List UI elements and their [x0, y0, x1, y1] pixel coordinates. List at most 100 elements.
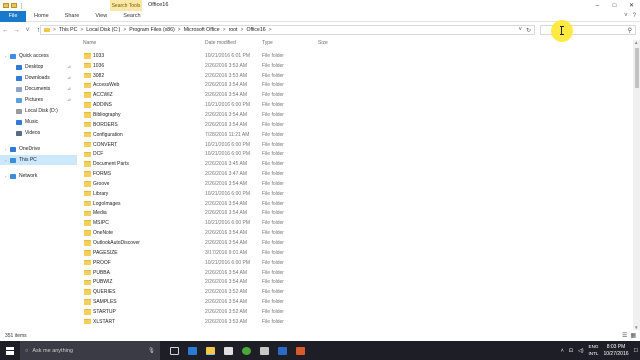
column-header-name[interactable]: Name: [83, 40, 96, 50]
powerpoint-icon[interactable]: [296, 346, 305, 355]
chrome-icon[interactable]: [242, 346, 251, 355]
sidebar-item-desktop[interactable]: Desktop ⊿: [0, 62, 77, 72]
table-row[interactable]: Library 10/21/2016 6:00 PM File folder: [80, 189, 625, 199]
table-row[interactable]: QUERIES 2/26/2016 3:52 AM File folder: [80, 287, 625, 297]
sidebar-item-music[interactable]: Music: [0, 117, 77, 127]
table-row[interactable]: MSIPC 10/21/2016 6:00 PM File folder: [80, 218, 625, 228]
scrollbar-thumb[interactable]: [634, 48, 639, 88]
task-view-icon[interactable]: [170, 346, 179, 355]
search-icon[interactable]: ⚲: [628, 27, 632, 34]
table-row[interactable]: OneNote 2/26/2016 3:54 AM File folder: [80, 228, 625, 238]
sidebar-item-onedrive[interactable]: › OneDrive: [0, 144, 77, 154]
table-row[interactable]: PAGESIZE 3/17/2016 9:01 AM File folder: [80, 248, 625, 258]
volume-icon[interactable]: ◁): [578, 348, 584, 354]
table-row[interactable]: OutlookAutoDiscover 2/26/2016 3:54 AM File…: [80, 238, 625, 248]
vertical-scrollbar[interactable]: ▲ ▼: [633, 40, 640, 330]
pin-icon[interactable]: ⊿: [67, 64, 71, 70]
expand-ribbon-icon[interactable]: ˅: [624, 13, 628, 19]
cortana-search-box[interactable]: ○ Ask me anything 🎙: [20, 341, 160, 360]
close-button[interactable]: ✕: [623, 0, 640, 11]
scroll-up-icon[interactable]: ▲: [634, 40, 638, 45]
show-hidden-icons-icon[interactable]: ˄: [561, 348, 564, 354]
forward-icon[interactable]: →: [11, 27, 22, 34]
table-row[interactable]: Bibliography 2/26/2016 3:54 AM File folder: [80, 110, 625, 120]
refresh-icon[interactable]: ↻: [526, 27, 531, 34]
maximize-button[interactable]: □: [606, 0, 623, 11]
table-row[interactable]: PUBWIZ 2/26/2016 3:54 AM File folder: [80, 278, 625, 288]
table-row[interactable]: STARTUP 2/26/2016 3:52 AM File folder: [80, 307, 625, 317]
tab-file[interactable]: File: [0, 10, 26, 22]
recent-locations-icon[interactable]: ˅: [22, 27, 33, 34]
table-row[interactable]: 3082 2/26/2016 3:53 AM File folder: [80, 71, 625, 81]
minimize-button[interactable]: –: [589, 0, 606, 11]
column-header-size[interactable]: Size: [318, 40, 328, 50]
start-button[interactable]: [0, 341, 20, 360]
table-row[interactable]: CONVERT 10/21/2016 6:00 PM File folder: [80, 140, 625, 150]
action-center-icon[interactable]: ☐: [634, 348, 638, 354]
tab-home[interactable]: Home: [26, 11, 57, 22]
title-bar: Search Tools Office16 – □ ✕: [0, 0, 640, 11]
table-row[interactable]: Document Parts 2/26/2016 3:45 AM File fold…: [80, 159, 625, 169]
app-icon[interactable]: [260, 346, 269, 355]
clock[interactable]: 8:03 PM 10/27/2016: [603, 344, 628, 357]
table-row[interactable]: ACCWIZ 2/26/2016 3:54 AM File folder: [80, 90, 625, 100]
table-row[interactable]: Media 2/26/2016 3:54 AM File folder: [80, 209, 625, 219]
pin-icon[interactable]: ⊿: [67, 86, 71, 92]
column-header-type[interactable]: Type: [262, 40, 273, 50]
address-bar[interactable]: > This PC > Local Disk (C:) > Program Fi…: [40, 25, 535, 35]
table-row[interactable]: LogoImages 2/26/2016 3:54 AM File folder: [80, 199, 625, 209]
sidebar-item-local-disk-d[interactable]: Local Disk (D:): [0, 106, 77, 116]
column-header-date[interactable]: Date modified: [205, 40, 236, 50]
table-row[interactable]: Groove 2/26/2016 3:54 AM File folder: [80, 179, 625, 189]
store-icon[interactable]: [224, 346, 233, 355]
sidebar-item-network[interactable]: › Network: [0, 171, 77, 181]
file-type: File folder: [262, 259, 284, 266]
tab-view[interactable]: View: [87, 11, 115, 22]
breadcrumb-root[interactable]: root: [229, 27, 238, 33]
table-row[interactable]: Configuration 7/28/2016 11:21 AM File fold…: [80, 130, 625, 140]
table-row[interactable]: PUBBA 2/26/2016 3:54 AM File folder: [80, 268, 625, 278]
table-row[interactable]: BORDERS 2/26/2016 3:54 AM File folder: [80, 120, 625, 130]
details-view-icon[interactable]: ☰: [622, 332, 627, 339]
file-explorer-icon[interactable]: [206, 346, 215, 355]
edge-icon[interactable]: [188, 346, 197, 355]
sidebar-item-documents[interactable]: Documents ⊿: [0, 84, 77, 94]
language-indicator[interactable]: ENG INTL: [589, 344, 599, 357]
large-icons-view-icon[interactable]: ▦: [630, 332, 636, 339]
table-row[interactable]: PROOF 10/21/2016 6:00 PM File folder: [80, 258, 625, 268]
file-date-modified: 7/28/2016 11:21 AM: [205, 131, 250, 138]
table-row[interactable]: DCF 10/21/2016 6:00 PM File folder: [80, 150, 625, 160]
properties-icon[interactable]: [3, 3, 9, 8]
sidebar-item-videos[interactable]: Videos: [0, 128, 77, 138]
table-row[interactable]: AccessWeb 2/26/2016 3:54 AM File folder: [80, 81, 625, 91]
help-icon[interactable]: ?: [633, 13, 636, 19]
sidebar-item-quick-access[interactable]: › Quick access: [0, 51, 77, 61]
breadcrumb-program-files[interactable]: Program Files (x86): [129, 27, 175, 33]
folder-icon: [84, 240, 91, 246]
word-icon[interactable]: [278, 346, 287, 355]
table-row[interactable]: ADDINS 10/21/2016 6:00 PM File folder: [80, 100, 625, 110]
sidebar-item-pictures[interactable]: Pictures ⊿: [0, 95, 77, 105]
search-tools-context-tab[interactable]: Search Tools: [110, 0, 142, 11]
table-row[interactable]: XLSTART 2/26/2016 3:53 AM File folder: [80, 317, 625, 327]
new-folder-icon[interactable]: [11, 3, 17, 8]
tab-share[interactable]: Share: [57, 11, 88, 22]
sidebar-item-this-pc[interactable]: › This PC: [0, 155, 77, 165]
breadcrumb-microsoft-office[interactable]: Microsoft Office: [184, 27, 220, 33]
address-dropdown-icon[interactable]: ˅: [518, 27, 522, 34]
table-row[interactable]: 1036 2/26/2016 3:53 AM File folder: [80, 61, 625, 71]
pin-icon[interactable]: ⊿: [67, 75, 71, 81]
table-row[interactable]: 1033 10/21/2016 6:01 PM File folder: [80, 51, 625, 61]
tab-search[interactable]: Search: [115, 11, 148, 22]
breadcrumb-office16[interactable]: Office16: [246, 27, 265, 33]
microphone-icon[interactable]: 🎙: [148, 348, 155, 354]
sidebar-item-downloads[interactable]: Downloads ⊿: [0, 73, 77, 83]
table-row[interactable]: FORMS 2/26/2016 3:47 AM File folder: [80, 169, 625, 179]
pin-icon[interactable]: ⊿: [67, 97, 71, 103]
breadcrumb-this-pc[interactable]: This PC: [59, 27, 77, 33]
file-date-modified: 2/26/2016 3:54 AM: [205, 299, 247, 306]
network-tray-icon[interactable]: ⊡: [569, 348, 573, 354]
breadcrumb-local-disk[interactable]: Local Disk (C:): [86, 27, 120, 33]
back-icon[interactable]: ←: [0, 27, 11, 34]
table-row[interactable]: SAMPLES 2/26/2016 3:54 AM File folder: [80, 297, 625, 307]
